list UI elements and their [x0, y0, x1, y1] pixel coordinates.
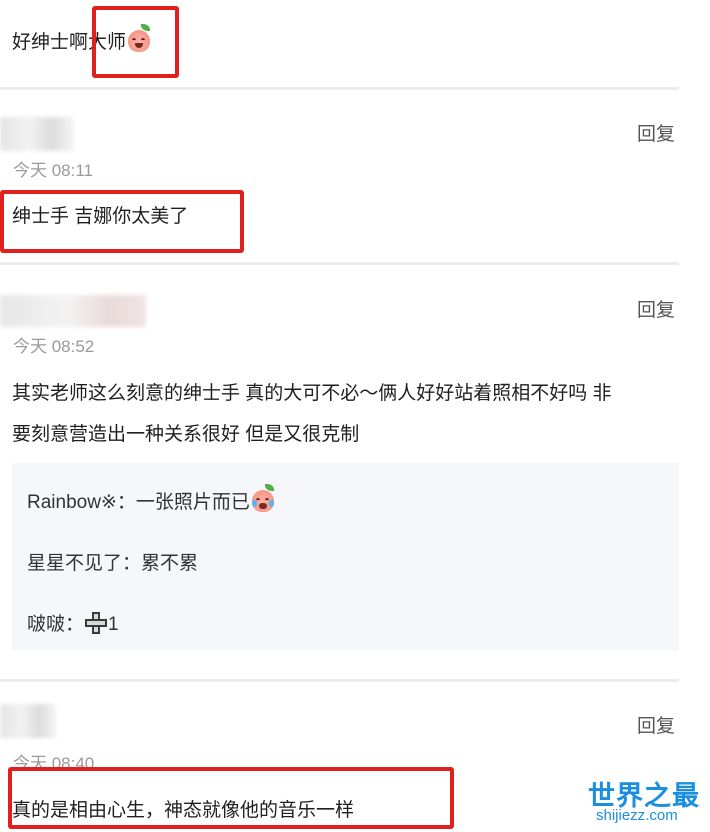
- sub-reply-text: 星星不见了：累不累: [27, 553, 199, 574]
- watermark-url: shijiezz.com: [596, 807, 678, 824]
- reply-button[interactable]: 回复: [637, 119, 675, 146]
- sub-reply[interactable]: Rainbow※：一张照片而已: [27, 484, 274, 514]
- avatar-blurred: [0, 704, 56, 738]
- avatar-blurred: [0, 117, 74, 151]
- sub-reply-text: 啵啵：: [27, 614, 85, 635]
- sub-reply-suffix: 1: [108, 614, 119, 635]
- reply-button[interactable]: 回复: [637, 295, 675, 322]
- comment-timestamp: 今天 08:52: [13, 337, 95, 356]
- sub-reply[interactable]: 星星不见了：累不累: [27, 548, 198, 575]
- comment-timestamp: 今天 08:11: [13, 161, 94, 180]
- comment-text-line-1: 其实老师这么刻意的绅士手 真的大可不必～俩人好好站着照相不好吗 非: [12, 383, 612, 404]
- sub-reply-text: Rainbow※：一张照片而已: [27, 492, 250, 513]
- sub-reply[interactable]: 啵啵： 1: [27, 609, 119, 636]
- divider: [0, 262, 679, 265]
- peach-crying-emoji-icon: [251, 484, 274, 512]
- divider: [0, 679, 679, 682]
- highlight-box-top: [92, 6, 179, 78]
- highlight-box-comment-1: [0, 190, 244, 253]
- plus-icon: [85, 612, 108, 634]
- highlight-box-comment-3: [8, 767, 454, 829]
- avatar-blurred: [0, 295, 146, 327]
- comment-text-line-2: 要刻意营造出一种关系很好 但是又很克制: [12, 424, 360, 445]
- divider: [0, 87, 679, 90]
- reply-button[interactable]: 回复: [637, 711, 675, 738]
